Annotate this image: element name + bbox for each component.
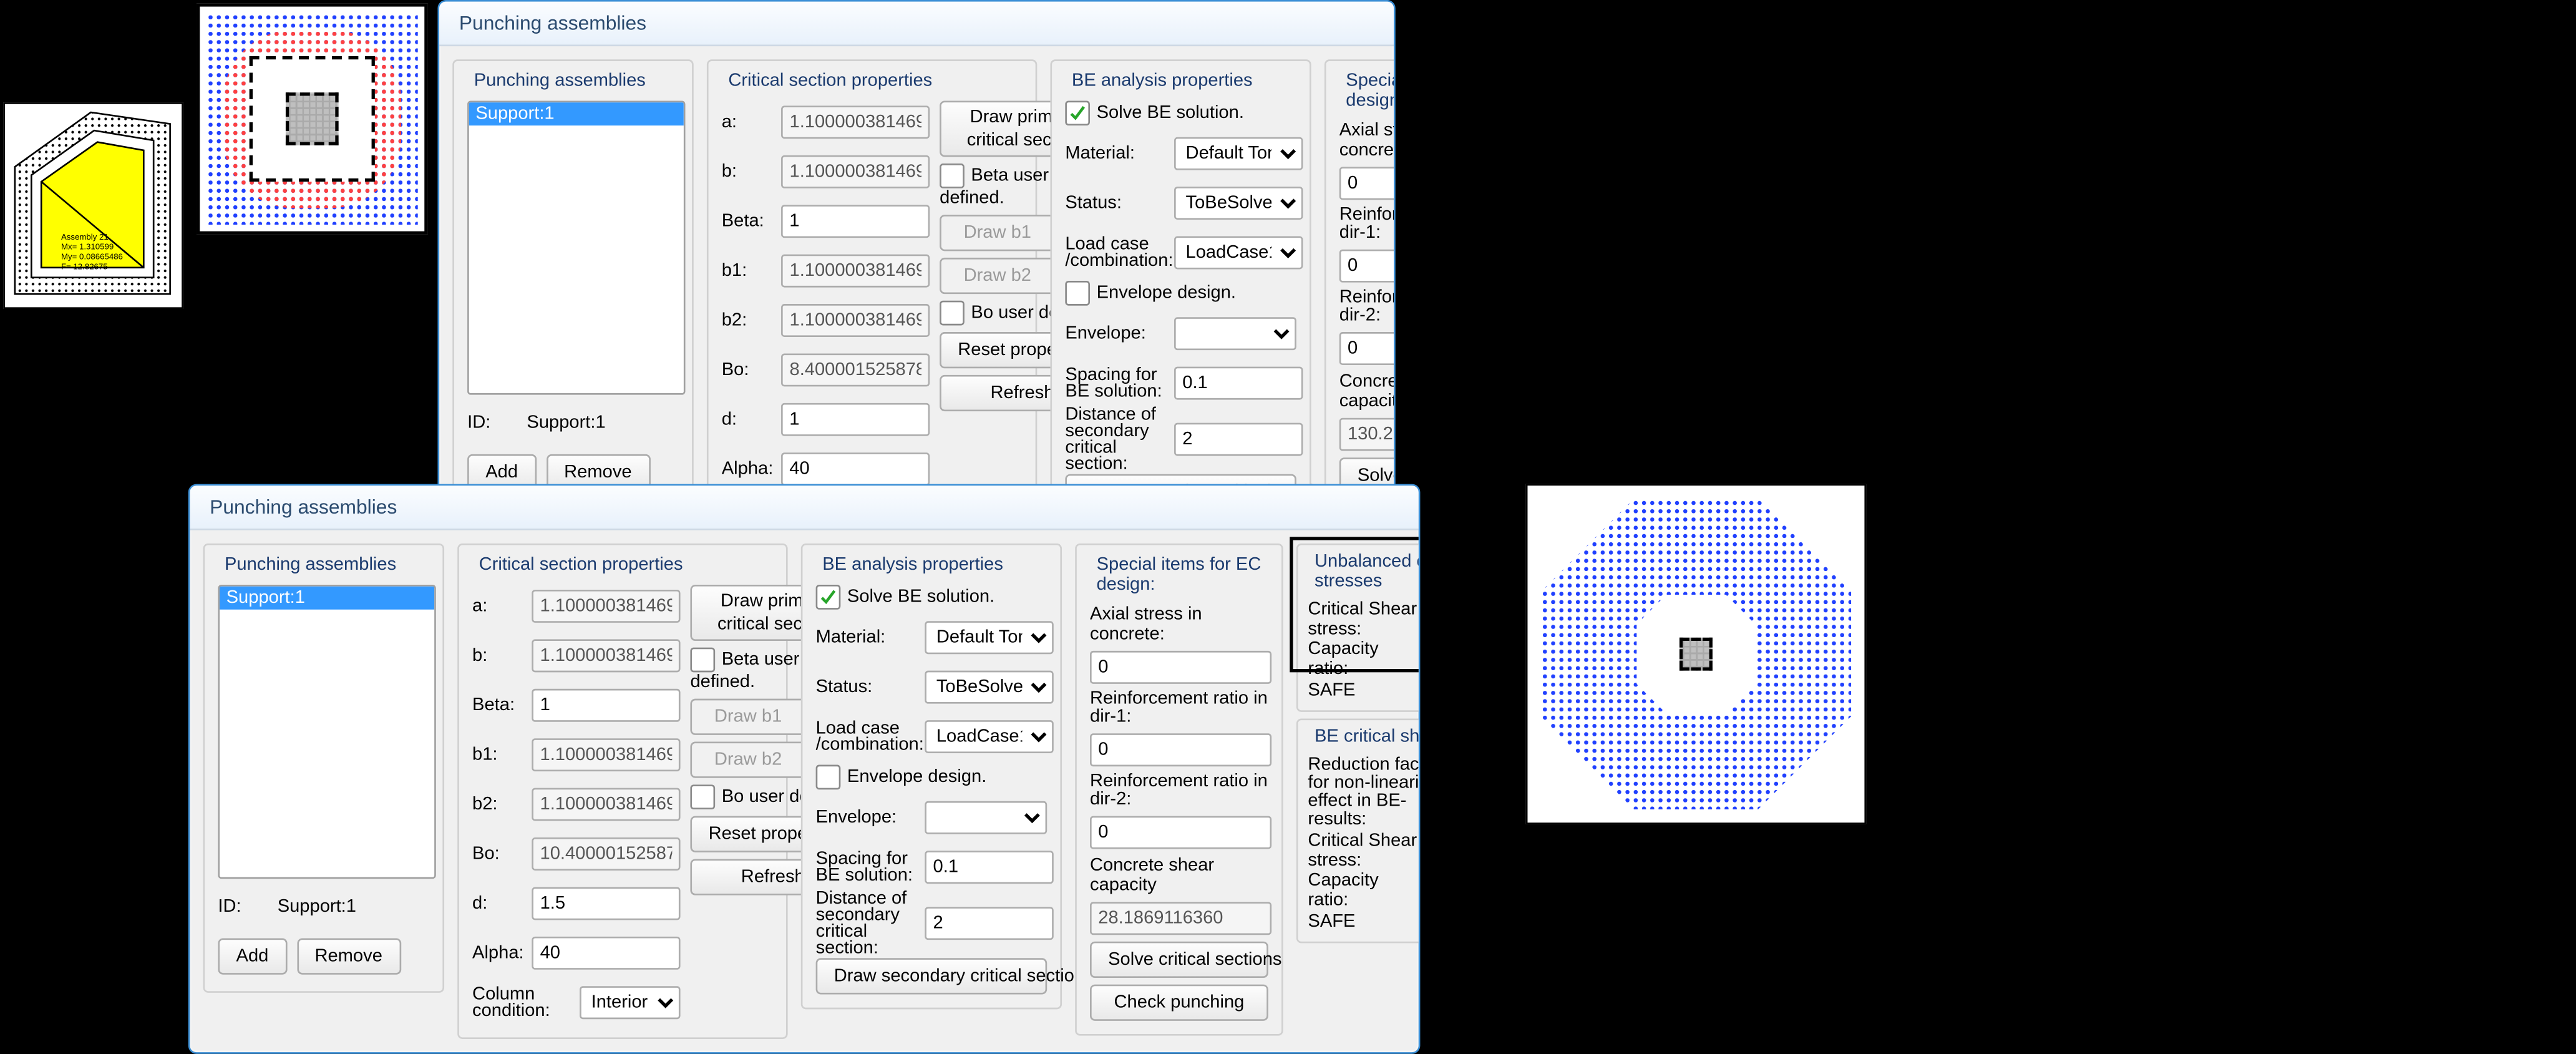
capacity-input <box>1339 418 1396 451</box>
envelope-design-checkbox[interactable]: Envelope design. <box>1065 281 1296 306</box>
rein2-input[interactable] <box>1339 332 1396 365</box>
bo-input <box>781 353 930 386</box>
assembly-label: Assembly 21 Mx= 1.310599 My= 0.08665486 … <box>61 233 123 273</box>
dialog-title: Punching assemblies <box>190 486 1418 530</box>
a-input <box>781 105 930 139</box>
assembly-diagram <box>5 104 185 311</box>
d-input[interactable] <box>781 403 930 436</box>
beta-input[interactable] <box>781 205 930 238</box>
remove-button[interactable]: Remove <box>296 938 401 974</box>
solve-be-checkbox[interactable]: Solve BE solution. <box>1065 100 1296 125</box>
distance-input[interactable] <box>1174 423 1303 456</box>
b1-input <box>781 255 930 288</box>
spacing-input[interactable] <box>1174 367 1303 400</box>
b-input <box>781 155 930 188</box>
status-select[interactable]: ToBeSolved <box>1174 187 1303 220</box>
special-group-title: Special items for EC design: <box>1339 71 1396 111</box>
b2-input <box>781 304 930 337</box>
be-group-title: BE analysis properties <box>1065 71 1296 91</box>
id-value: Support:1 <box>527 413 605 433</box>
loadcase-select[interactable]: LoadCase1 <box>1174 237 1303 270</box>
rein1-input[interactable] <box>1339 250 1396 283</box>
crit-group-title: Critical section properties <box>722 71 1023 91</box>
assemblies-group-title: Punching assemblies <box>467 71 679 91</box>
assemblies-list-item[interactable]: Support:1 <box>469 102 684 125</box>
draw-b1-button: Draw b1 <box>940 215 1055 251</box>
assemblies-list[interactable]: Support:1 <box>467 100 685 394</box>
envelope-select[interactable] <box>1174 317 1296 350</box>
material-select[interactable]: Default Tonf <box>1174 137 1303 170</box>
draw-b2-button: Draw b2 <box>940 258 1055 294</box>
alpha-input[interactable] <box>781 452 930 486</box>
id-label: ID: <box>467 413 520 433</box>
axial-input[interactable] <box>1339 167 1396 200</box>
assemblies-list[interactable]: Support:1 <box>218 585 435 879</box>
dialog-title: Punching assemblies <box>439 2 1394 46</box>
add-button[interactable]: Add <box>218 938 286 974</box>
